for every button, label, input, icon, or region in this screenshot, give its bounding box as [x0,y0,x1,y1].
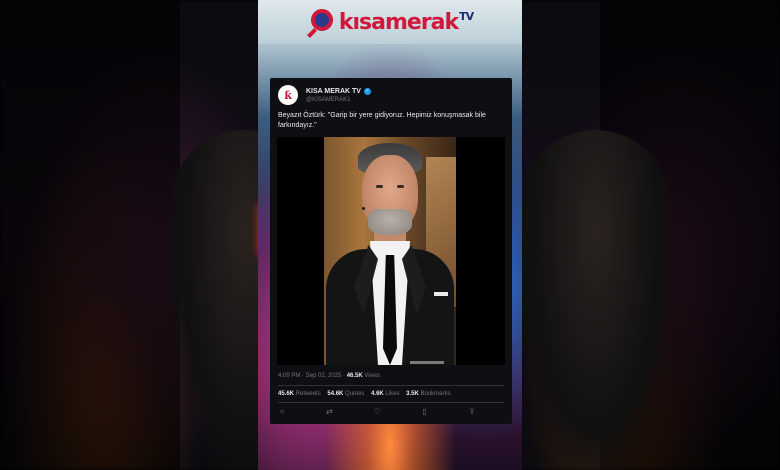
tweet-meta: 4:09 PM · Sep 02, 2025 · 46.5K Views [278,373,380,379]
retweet-icon[interactable]: ⇄ [325,407,335,417]
magnifier-logo-icon [306,7,337,38]
tweet-timestamp: 4:09 PM · Sep 02, 2025 · [278,373,347,379]
views-count: 46.5K [346,373,363,379]
tweet-header: ƙ KISA MERAK TV ✓ @KISAMERAK1 [278,85,371,105]
tweet-media[interactable] [277,137,505,365]
likes-label: Likes [383,391,400,397]
quotes-count: 54.6K [327,391,344,397]
bookmarks-count: 3.5K [406,391,419,397]
divider [278,385,504,386]
author-handle[interactable]: @KISAMERAK1 [306,97,371,103]
divider [278,402,504,403]
likes-count: 4.6K [371,391,384,397]
logo-suffix-text: TV [459,9,474,23]
avatar[interactable]: ƙ [278,85,298,105]
like-icon[interactable]: ♡ [372,407,382,417]
share-icon[interactable]: ⇧ [467,407,477,417]
verified-badge-icon: ✓ [363,87,371,95]
brand-logo: kısamerakTV [338,9,474,35]
views-label: Views [362,373,381,379]
quotes-stat[interactable]: 54.6K Quotes [327,391,364,397]
retweets-stat[interactable]: 45.6K Retweets [278,391,321,397]
bookmark-icon[interactable]: ▯ [420,407,430,417]
logo-main-text: kısamerak [338,9,459,35]
author-block: KISA MERAK TV ✓ @KISAMERAK1 [306,87,371,103]
tweet-stats: 45.6K Retweets 54.6K Quotes 4.6K Likes 3… [278,391,451,397]
retweets-label: Retweets [294,391,321,397]
background-figure-right [520,130,670,470]
retweets-count: 45.6K [278,391,295,397]
tweet-actions: ○ ⇄ ♡ ▯ ⇧ [277,407,477,417]
bookmarks-stat[interactable]: 3.5K Bookmarks [406,391,450,397]
reply-icon[interactable]: ○ [277,407,287,417]
likes-stat[interactable]: 4.6K Likes [371,391,399,397]
tweet-text: Beyazıt Öztürk: "Garip bir yere gidiyoru… [278,112,486,129]
quotes-label: Quotes [343,391,365,397]
author-name[interactable]: KISA MERAK TV [306,88,361,95]
bookmarks-label: Bookmarks [418,391,451,397]
background-left-shade [0,0,180,470]
video-frame [324,137,456,365]
brand-header: kısamerakTV [258,0,522,44]
tweet-card[interactable]: ƙ KISA MERAK TV ✓ @KISAMERAK1 Beyazıt Öz… [270,78,512,424]
